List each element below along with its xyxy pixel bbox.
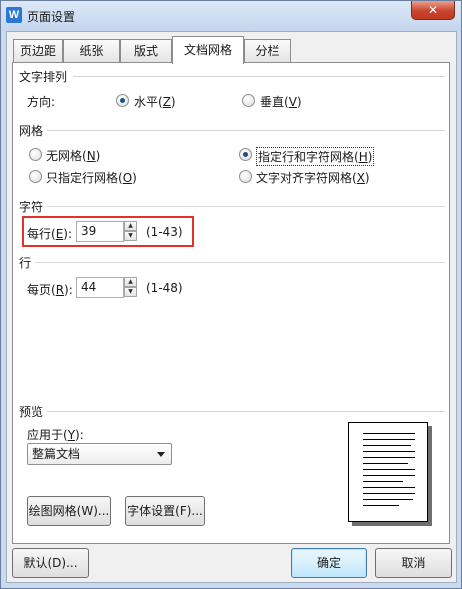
apply-to-select[interactable]: 整篇文档: [27, 443, 172, 465]
lines-only-grid-option[interactable]: 只指定行网格(O): [46, 169, 137, 186]
preview-line: [363, 439, 415, 440]
divider: [47, 130, 445, 131]
preview-line: [363, 433, 415, 434]
title-bar[interactable]: W 页面设置 ✕: [1, 1, 461, 31]
spin-up-icon[interactable]: ▲: [124, 277, 137, 287]
preview-line: [363, 475, 415, 476]
characters-heading: 字符: [19, 200, 44, 214]
line-and-char-grid-radio[interactable]: [239, 148, 252, 161]
chars-per-line-label: 每行(E):: [27, 227, 73, 241]
lines-only-grid-radio[interactable]: [29, 170, 42, 183]
chars-per-line-spinner[interactable]: ▲ ▼: [124, 221, 137, 242]
cancel-button[interactable]: 取消: [375, 548, 452, 578]
preview-line: [363, 463, 408, 464]
tab-document-grid[interactable]: 文档网格: [172, 36, 244, 64]
horizontal-option[interactable]: 水平(Z): [134, 93, 176, 110]
lines-heading: 行: [19, 256, 32, 270]
preview-line: [363, 481, 403, 482]
preview-line: [363, 445, 411, 446]
preview-line: [363, 505, 399, 506]
lines-range: (1-48): [146, 281, 183, 295]
page-setup-dialog: W 页面设置 ✕ 页边距 纸张 版式 文档网格 分栏 文字排列 方向: 水平(Z…: [0, 0, 462, 589]
divider: [73, 76, 445, 77]
default-button[interactable]: 默认(D)...: [12, 548, 89, 578]
preview-line: [363, 493, 415, 494]
vertical-option[interactable]: 垂直(V): [260, 93, 302, 110]
font-settings-button[interactable]: 字体设置(F)...: [125, 496, 205, 526]
horizontal-radio[interactable]: [116, 94, 129, 107]
tab-layout[interactable]: 版式: [120, 39, 172, 63]
ok-button[interactable]: 确定: [291, 548, 367, 578]
preview-line: [363, 469, 415, 470]
preview-line: [363, 451, 415, 452]
grid-heading: 网格: [19, 124, 44, 138]
spin-up-icon[interactable]: ▲: [124, 221, 137, 231]
tab-margins[interactable]: 页边距: [13, 39, 63, 63]
vertical-radio[interactable]: [242, 94, 255, 107]
text-direction-heading: 文字排列: [19, 70, 68, 84]
chars-per-line-input[interactable]: 39: [76, 221, 124, 242]
no-grid-option[interactable]: 无网格(N): [46, 147, 100, 164]
tab-columns[interactable]: 分栏: [244, 39, 291, 63]
direction-label: 方向:: [27, 95, 56, 109]
apply-to-label: 应用于(Y):: [27, 428, 84, 442]
close-button[interactable]: ✕: [411, 1, 455, 20]
chars-range: (1-43): [146, 225, 183, 239]
preview-page-thumbnail: [348, 422, 428, 522]
no-grid-radio[interactable]: [29, 148, 42, 161]
preview-line: [363, 457, 415, 458]
chevron-down-icon: [157, 452, 165, 457]
draw-grid-button[interactable]: 绘图网格(W)...: [27, 496, 111, 526]
preview-line: [363, 499, 413, 500]
tab-paper[interactable]: 纸张: [63, 39, 120, 63]
preview-line: [363, 487, 415, 488]
snap-to-char-grid-radio[interactable]: [239, 170, 252, 183]
wps-writer-icon: W: [6, 7, 22, 23]
lines-per-page-input[interactable]: 44: [76, 277, 124, 298]
spin-down-icon[interactable]: ▼: [124, 287, 137, 297]
apply-to-value: 整篇文档: [32, 447, 81, 461]
lines-per-page-spinner[interactable]: ▲ ▼: [124, 277, 137, 298]
line-and-char-grid-option[interactable]: 指定行和字符网格(H): [256, 147, 375, 166]
divider: [35, 262, 445, 263]
divider: [47, 411, 445, 412]
divider: [47, 206, 445, 207]
snap-to-char-grid-option[interactable]: 文字对齐字符网格(X): [256, 169, 370, 186]
lines-per-page-label: 每页(R):: [27, 283, 73, 297]
spin-down-icon[interactable]: ▼: [124, 231, 137, 241]
preview-heading: 预览: [19, 405, 44, 419]
dialog-title: 页面设置: [27, 10, 76, 24]
